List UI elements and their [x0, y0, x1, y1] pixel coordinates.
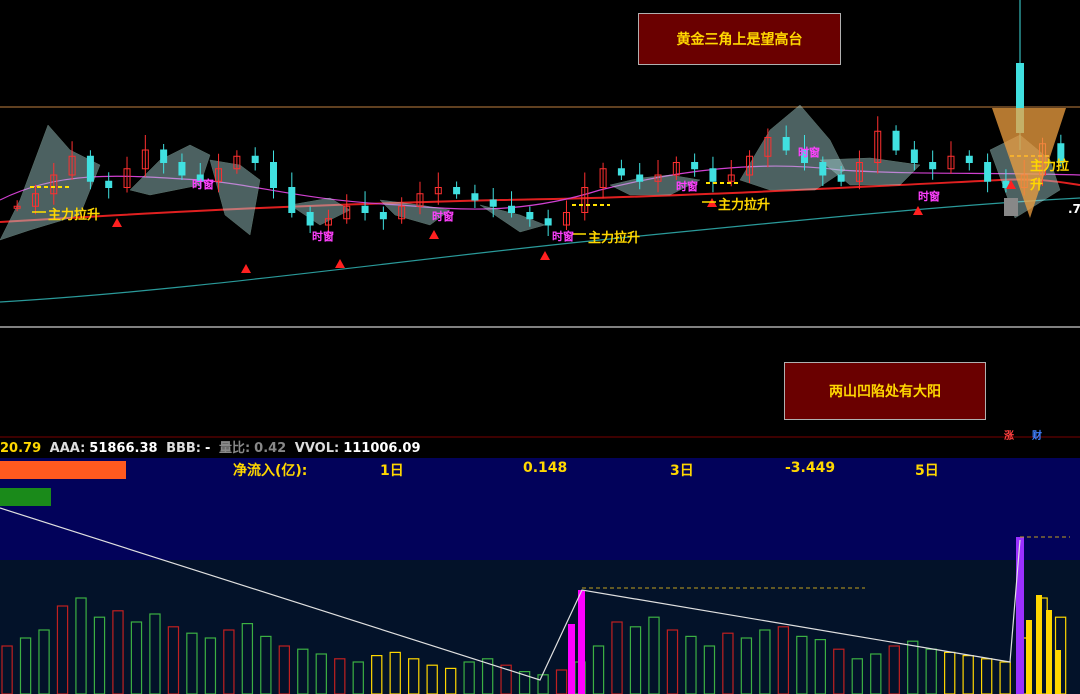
signal-triangle	[913, 206, 923, 215]
candle-body	[782, 137, 790, 151]
flow-bar-yellow	[1026, 620, 1032, 694]
bottom-note-text: 两山凹陷处有大阳	[829, 384, 941, 400]
flow-bar-purple	[1016, 537, 1024, 694]
candle-body	[691, 162, 699, 170]
candle-body	[837, 174, 845, 182]
buy-label: 时窗	[192, 178, 214, 191]
bbb-value: -	[205, 441, 211, 456]
flow-bar-yellow	[1046, 610, 1052, 694]
bottom-note-box: 两山凹陷处有大阳	[784, 362, 986, 420]
flow-bar-yellow	[1036, 595, 1042, 694]
candle-body	[105, 180, 113, 188]
kline-chart	[0, 0, 1080, 694]
right-edge-tag: .7	[1068, 202, 1080, 216]
candle-body	[929, 162, 937, 170]
candle-body	[617, 168, 625, 176]
candle-body	[709, 168, 717, 182]
aaa-value: 51866.38	[89, 441, 158, 456]
candle-body	[471, 193, 479, 201]
lift-label: 主力拉升	[718, 198, 771, 213]
flow-p1-label: 1日	[380, 463, 404, 479]
vvol-value: 111006.09	[343, 441, 421, 456]
price-band	[209, 159, 261, 236]
candle-body	[288, 187, 296, 213]
legend-block-orange	[0, 461, 126, 479]
buy-label: 时窗	[312, 230, 334, 243]
signal-triangle	[540, 251, 550, 260]
price-band	[739, 104, 846, 191]
top-note-box: 黄金三角上是望高台	[638, 13, 841, 65]
aaa-label: AAA:	[49, 441, 86, 456]
signal-triangle	[241, 264, 251, 273]
candle-body	[526, 212, 534, 220]
candle-body	[910, 149, 918, 163]
signal-triangle	[335, 259, 345, 268]
ratio-value: 0.42	[254, 441, 287, 456]
candle-body	[270, 162, 277, 188]
flow-p3-value: -3.449	[785, 460, 836, 476]
candle-body	[361, 205, 369, 213]
candle-body	[636, 174, 644, 182]
signal-triangle	[112, 218, 122, 227]
lift-label: 主力拉升	[1030, 159, 1070, 193]
price-band	[289, 197, 351, 226]
bbb-label: BBB:	[166, 441, 202, 456]
flow-p5-label: 5日	[915, 463, 939, 479]
flow-bar-magenta	[568, 624, 575, 694]
ratio-label: 量比:	[218, 441, 251, 456]
candle-body	[489, 199, 497, 207]
candle-body	[251, 155, 259, 163]
candle-body	[984, 162, 992, 182]
buy-label: 时窗	[552, 230, 574, 243]
stats-bar: 20.79 AAA: 51866.38 BBB: - 量比: 0.42 VVOL: 11…	[0, 437, 1080, 457]
flow-bar-magenta	[578, 590, 585, 694]
candle-body	[544, 218, 552, 226]
vvol-label: VVOL:	[294, 441, 340, 456]
buy-label: 时窗	[432, 210, 454, 223]
price-value: 20.79	[0, 441, 42, 456]
flow-p3-label: 3日	[670, 463, 694, 479]
lift-label: 主力拉升	[588, 231, 641, 246]
candle-body	[892, 130, 900, 151]
price-tag-block	[1004, 198, 1018, 216]
price-band	[819, 157, 921, 186]
candle-body	[160, 149, 168, 163]
legend-block-green	[0, 488, 51, 506]
buy-label: 时窗	[676, 180, 698, 193]
candle-body	[819, 162, 827, 176]
buy-label: 时窗	[798, 146, 820, 159]
flow-p1-value: 0.148	[523, 460, 568, 476]
candle-body	[306, 212, 314, 226]
candle-body	[379, 212, 387, 220]
top-note-text: 黄金三角上是望高台	[676, 32, 803, 48]
candle-body	[453, 187, 461, 195]
signal-triangle	[429, 230, 439, 239]
flow-label: 净流入(亿):	[233, 463, 308, 479]
candle-body	[86, 155, 94, 182]
candle-body	[178, 162, 186, 176]
lift-label: 主力拉升	[48, 208, 101, 223]
candle-body	[965, 155, 973, 163]
candle-body	[508, 205, 516, 213]
buy-label: 时窗	[918, 190, 940, 203]
flow-bar-yellow	[1056, 650, 1061, 694]
